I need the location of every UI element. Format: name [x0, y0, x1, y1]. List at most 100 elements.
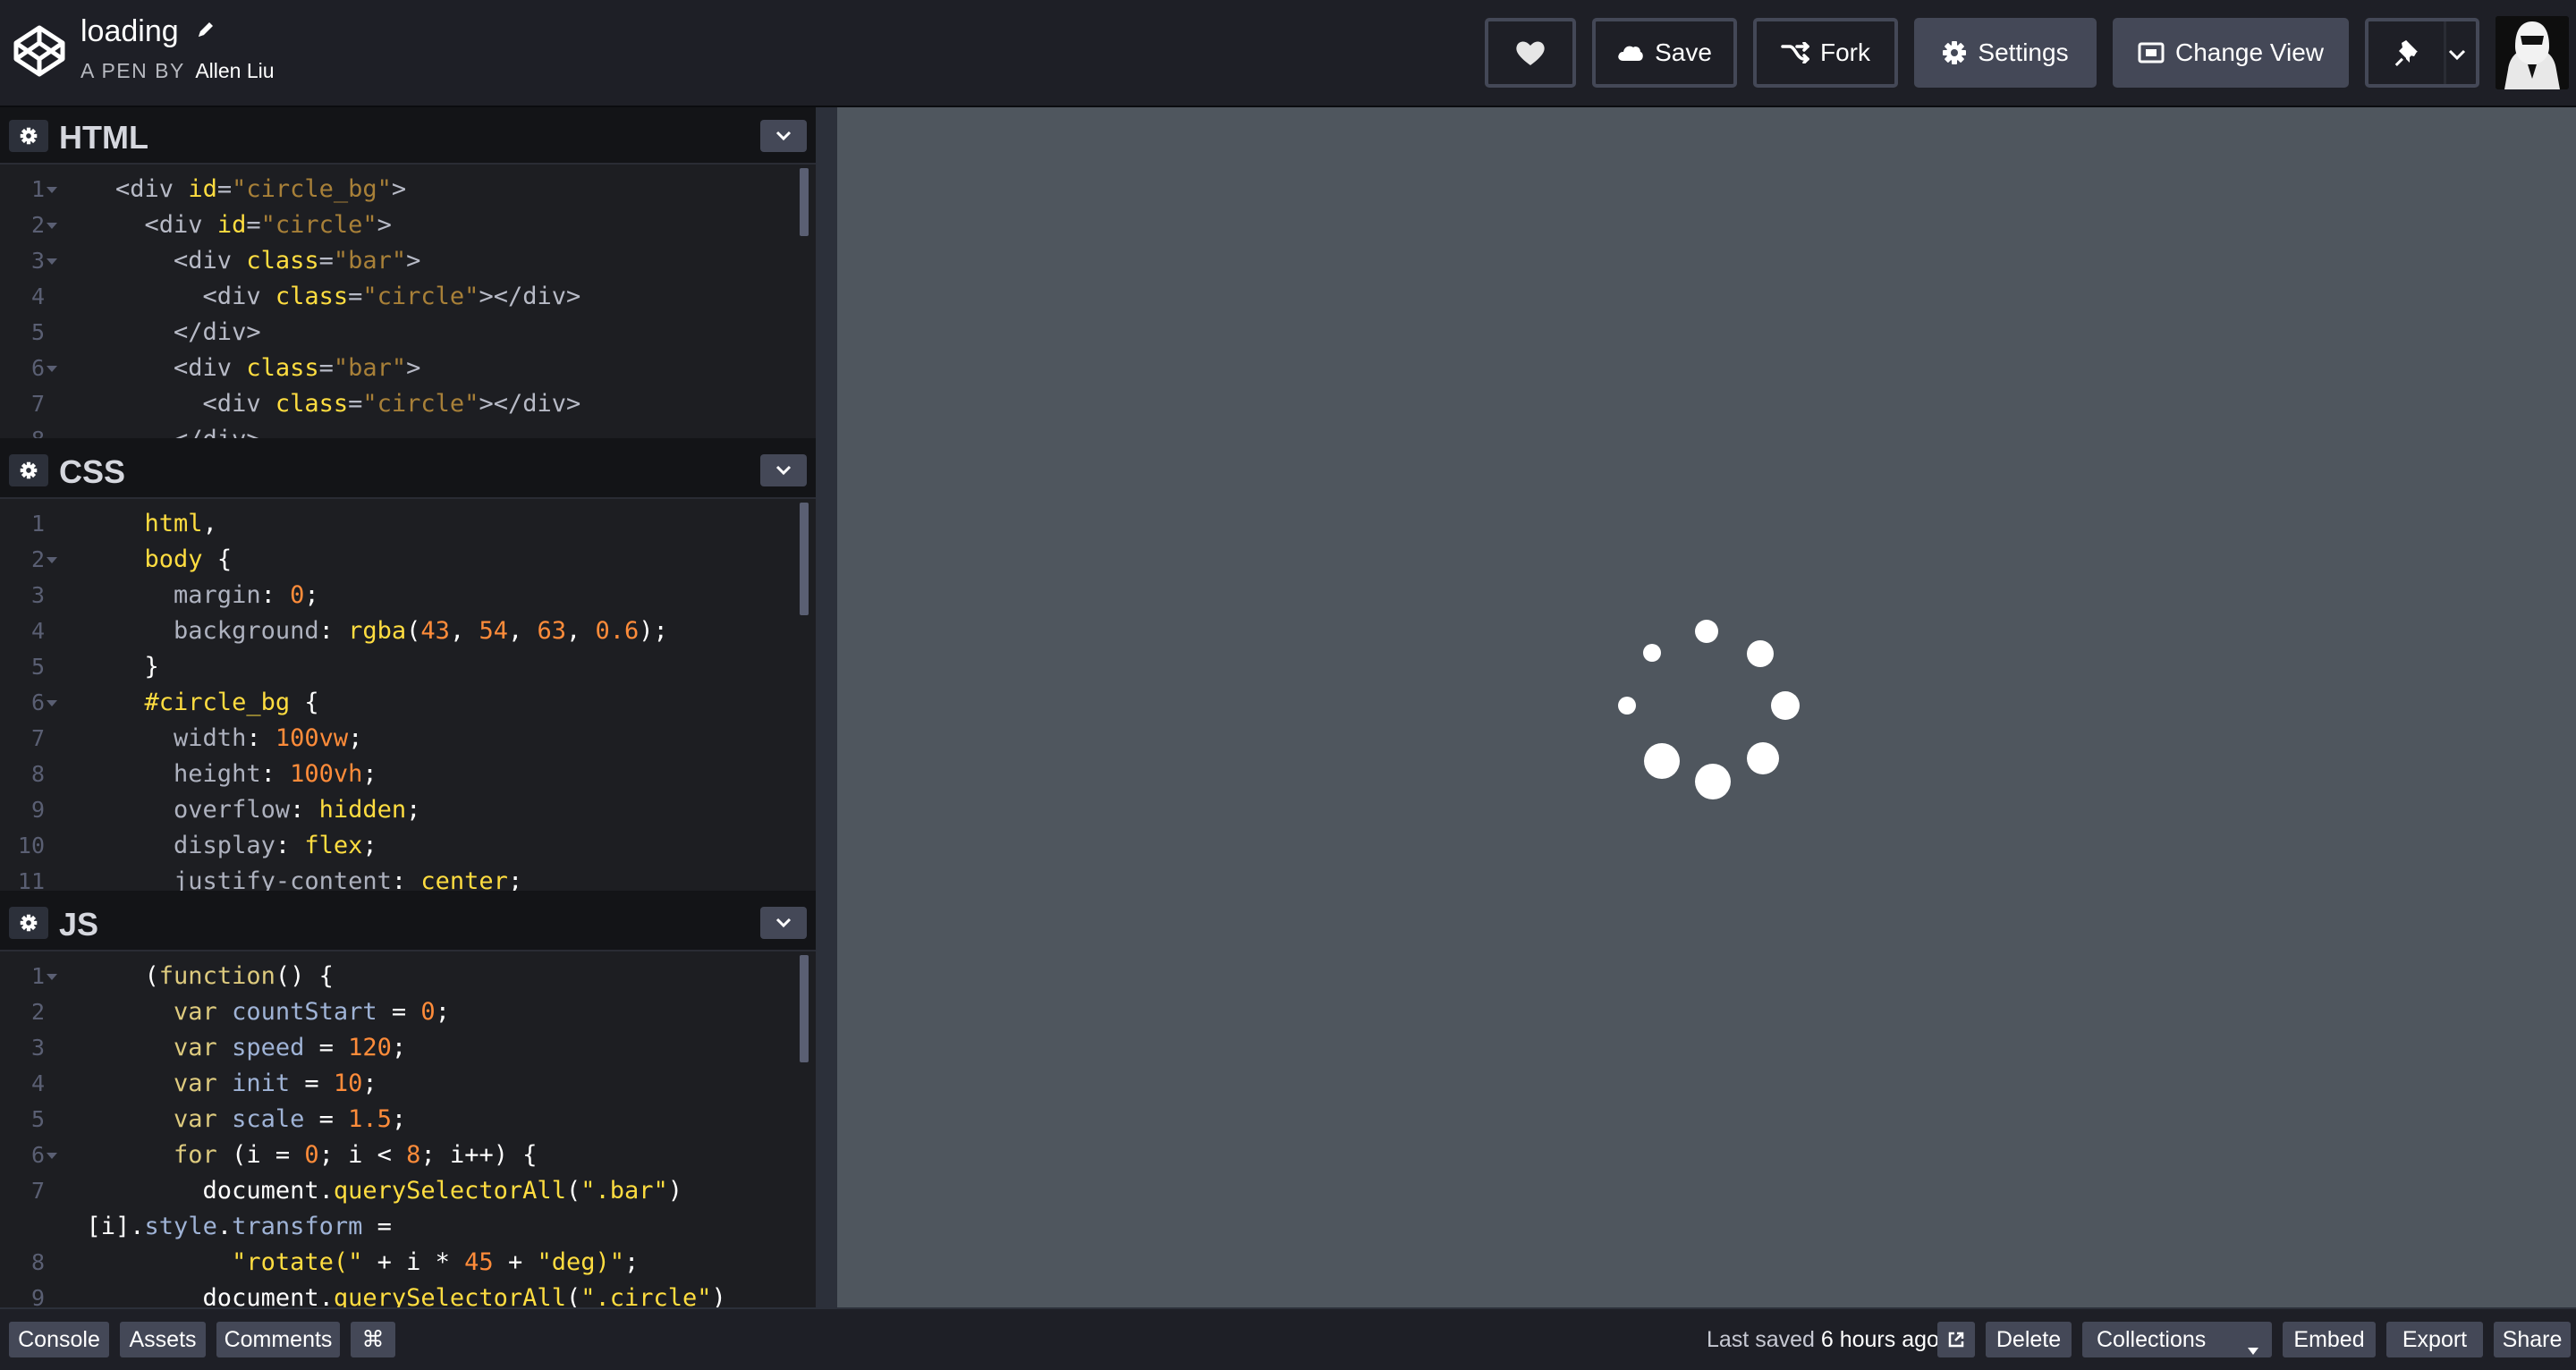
pencil-icon[interactable]: [196, 13, 216, 37]
spinner-dot-bottom: [1695, 764, 1731, 799]
save-button[interactable]: Save: [1592, 18, 1737, 88]
js-code-line: 9 document.querySelectorAll(".circle"): [0, 1281, 805, 1307]
chevron-down-icon[interactable]: [2447, 48, 2467, 61]
code-text: background: rgba(43, 54, 63, 0.6);: [57, 617, 668, 645]
line-number: 1: [30, 176, 45, 202]
comments-button[interactable]: Comments: [216, 1322, 340, 1357]
keyboard-shortcuts-button[interactable]: ⌘: [351, 1322, 395, 1357]
css-code-line: 7 width: 100vw;: [0, 721, 805, 757]
line-number: 1: [30, 963, 45, 989]
export-button[interactable]: Export: [2386, 1322, 2483, 1357]
code-text: display: flex;: [57, 832, 377, 859]
line-number: 5: [30, 319, 45, 345]
change-view-label: Change View: [2174, 38, 2325, 66]
open-external-icon[interactable]: [1937, 1322, 1975, 1357]
fold-toggle-icon[interactable]: [47, 223, 57, 229]
embed-button[interactable]: Embed: [2283, 1322, 2376, 1357]
settings-label: Settings: [1978, 38, 2069, 66]
code-text: document.querySelectorAll(".circle"): [57, 1284, 726, 1307]
editor-column: HTML 1 <div id="circle_bg"> 2 <div id="ci…: [0, 107, 816, 1307]
delete-button[interactable]: Delete: [1986, 1322, 2072, 1357]
change-view-icon: [2138, 42, 2165, 63]
code-text: [i].style.transform =: [57, 1213, 392, 1240]
line-number: 7: [30, 391, 45, 417]
user-avatar[interactable]: [2496, 16, 2569, 89]
last-saved-status: Last saved 6 hours ago: [1707, 1327, 1939, 1353]
line-number: 5: [30, 1106, 45, 1132]
gear-icon: [1942, 40, 1967, 65]
spinner-dot-top: [1695, 620, 1718, 643]
fold-toggle-icon[interactable]: [47, 1153, 57, 1159]
css-code-line: 9 overflow: hidden;: [0, 792, 805, 828]
code-text: body {: [57, 545, 233, 573]
fork-icon: [1781, 42, 1809, 63]
share-button[interactable]: Share: [2494, 1322, 2571, 1357]
top-header: loading A PEN BY Allen Liu Save Fork Set…: [0, 0, 2576, 107]
js-code-line: [i].style.transform =: [0, 1209, 805, 1245]
codepen-logo-icon[interactable]: [13, 24, 66, 78]
line-number: 5: [30, 654, 45, 680]
code-text: (function() {: [57, 962, 334, 990]
spinner-dot-top-left: [1643, 644, 1661, 662]
pin-button[interactable]: [2365, 18, 2479, 88]
line-number: 9: [30, 1285, 45, 1307]
css-code-area[interactable]: 1 html, 2 body {3 margin: 0; 4 background:…: [0, 499, 816, 891]
code-text: overflow: hidden;: [57, 796, 421, 824]
pen-title[interactable]: loading: [80, 13, 216, 49]
code-text: #circle_bg {: [57, 689, 319, 716]
js-collapse-chevron-icon[interactable]: [760, 907, 807, 939]
settings-button[interactable]: Settings: [1914, 18, 2097, 88]
code-text: for (i = 0; i < 8; i++) {: [57, 1141, 538, 1169]
js-settings-gear-icon[interactable]: [9, 907, 48, 939]
code-text: html,: [57, 510, 217, 537]
fold-toggle-icon[interactable]: [47, 974, 57, 980]
last-saved-prefix: Last saved: [1707, 1327, 1815, 1352]
js-code-area[interactable]: 1 (function() {2 var countStart = 0; 3 va…: [0, 951, 816, 1307]
line-number: 2: [30, 546, 45, 572]
code-text: var init = 10;: [57, 1070, 377, 1097]
collections-dropdown[interactable]: Collections: [2082, 1322, 2272, 1357]
css-settings-gear-icon[interactable]: [9, 454, 48, 486]
assets-button[interactable]: Assets: [120, 1322, 206, 1357]
html-code-line: 6 <div class="bar">: [0, 351, 805, 386]
fold-toggle-icon[interactable]: [47, 557, 57, 563]
fork-button[interactable]: Fork: [1753, 18, 1898, 88]
line-number: 10: [17, 833, 45, 858]
pin-separator: [2444, 21, 2446, 84]
css-code-line: 11 justify-content: center;: [0, 864, 805, 891]
html-collapse-chevron-icon[interactable]: [760, 120, 807, 152]
css-collapse-chevron-icon[interactable]: [760, 454, 807, 486]
line-number: 3: [30, 582, 45, 608]
js-editor-title: JS: [59, 906, 99, 943]
heart-icon: [1515, 39, 1546, 66]
console-button[interactable]: Console: [9, 1322, 109, 1357]
code-text: <div id="circle">: [57, 211, 392, 239]
change-view-button[interactable]: Change View: [2113, 18, 2349, 88]
html-code-line: 5 </div>: [0, 315, 805, 351]
fold-toggle-icon[interactable]: [47, 366, 57, 372]
line-number: 8: [30, 1249, 45, 1275]
line-number: 4: [30, 1070, 45, 1096]
like-button[interactable]: [1485, 18, 1576, 88]
css-code-line: 2 body {: [0, 542, 805, 578]
fold-toggle-icon[interactable]: [47, 700, 57, 706]
author-link[interactable]: Allen Liu: [195, 59, 274, 82]
css-code-line: 6 #circle_bg {: [0, 685, 805, 721]
line-number: 11: [17, 868, 45, 891]
html-code-area[interactable]: 1 <div id="circle_bg"> 2 <div id="circle"…: [0, 165, 816, 438]
pin-icon: [2394, 39, 2419, 66]
js-code-line: 2 var countStart = 0;: [0, 994, 805, 1030]
html-settings-gear-icon[interactable]: [9, 120, 48, 152]
line-number: 2: [30, 999, 45, 1025]
fold-toggle-icon[interactable]: [47, 258, 57, 265]
html-code-line: 7 <div class="circle"></div>: [0, 386, 805, 422]
fold-toggle-icon[interactable]: [47, 187, 57, 193]
result-preview[interactable]: [837, 107, 2576, 1307]
code-text: var scale = 1.5;: [57, 1105, 407, 1133]
spinner-dot-left: [1618, 697, 1636, 715]
last-saved-time: 6 hours ago: [1820, 1327, 1939, 1352]
html-editor-title: HTML: [59, 119, 148, 156]
spinner-dot-right: [1771, 691, 1800, 720]
pane-resizer[interactable]: [816, 107, 837, 1307]
code-text: <div class="bar">: [57, 247, 421, 275]
